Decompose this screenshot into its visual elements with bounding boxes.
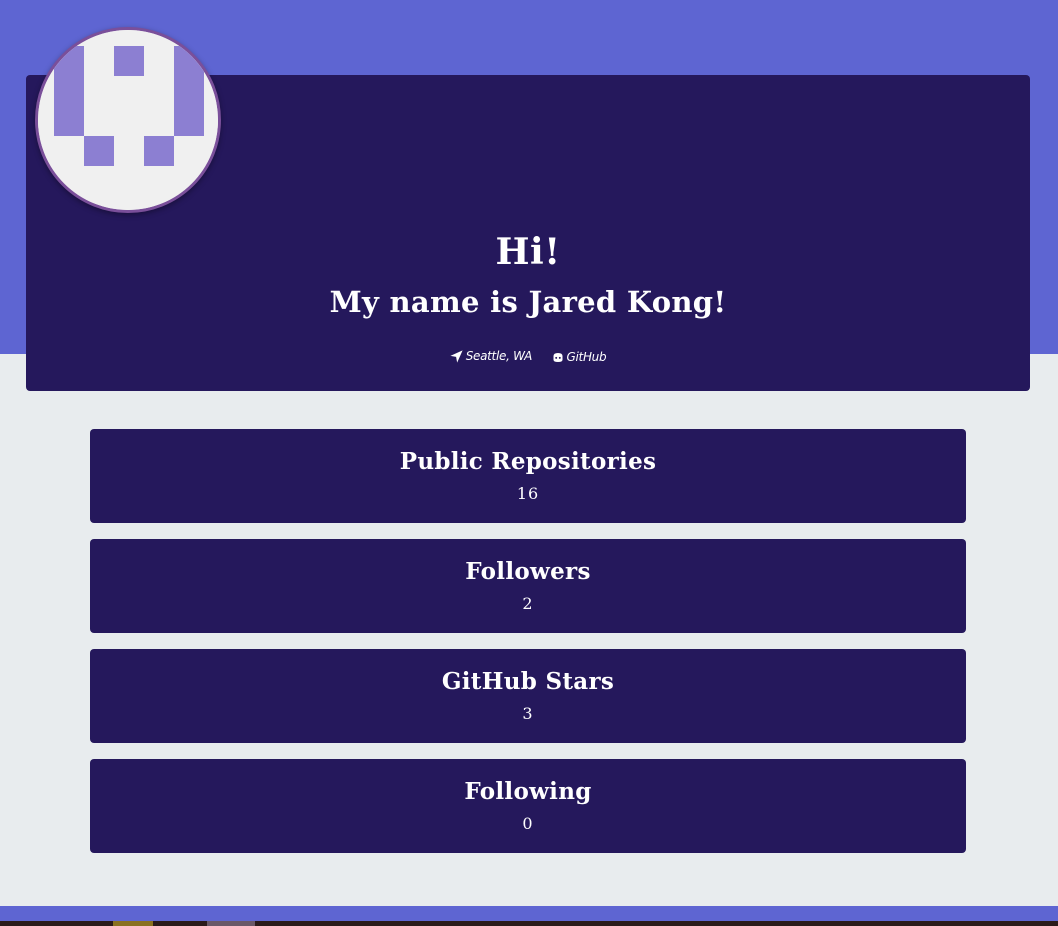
footer-band: [0, 906, 1058, 921]
stat-value: 16: [516, 484, 540, 503]
location-link[interactable]: Seattle, WA: [450, 348, 532, 364]
github-icon: [552, 352, 564, 363]
stat-value: 0: [522, 814, 534, 833]
avatar: [35, 27, 221, 213]
location-text: Seattle, WA: [465, 349, 533, 363]
stat-card-public-repositories: Public Repositories 16: [90, 429, 966, 523]
name-heading: My name is Jared Kong!: [329, 285, 727, 319]
identicon-image: [38, 30, 218, 210]
github-link[interactable]: GitHub: [552, 349, 607, 365]
github-text: GitHub: [566, 350, 607, 364]
stat-title: Public Repositories: [399, 448, 657, 475]
stat-card-followers: Followers 2: [90, 539, 966, 633]
stat-value: 2: [522, 594, 534, 613]
location-arrow-icon: [450, 349, 463, 363]
profile-links: Seattle, WA GitHub: [26, 348, 1030, 367]
bottom-strip: [0, 921, 1058, 926]
bottom-strip-segment: [113, 921, 153, 926]
stat-card-github-stars: GitHub Stars 3: [90, 649, 966, 743]
bottom-strip-segment: [207, 921, 255, 926]
stat-value: 3: [522, 704, 534, 723]
stat-card-following: Following 0: [90, 759, 966, 853]
stat-title: GitHub Stars: [441, 668, 615, 695]
greeting-heading: Hi!: [495, 231, 561, 273]
stat-title: Following: [464, 778, 592, 805]
stat-title: Followers: [465, 558, 591, 585]
